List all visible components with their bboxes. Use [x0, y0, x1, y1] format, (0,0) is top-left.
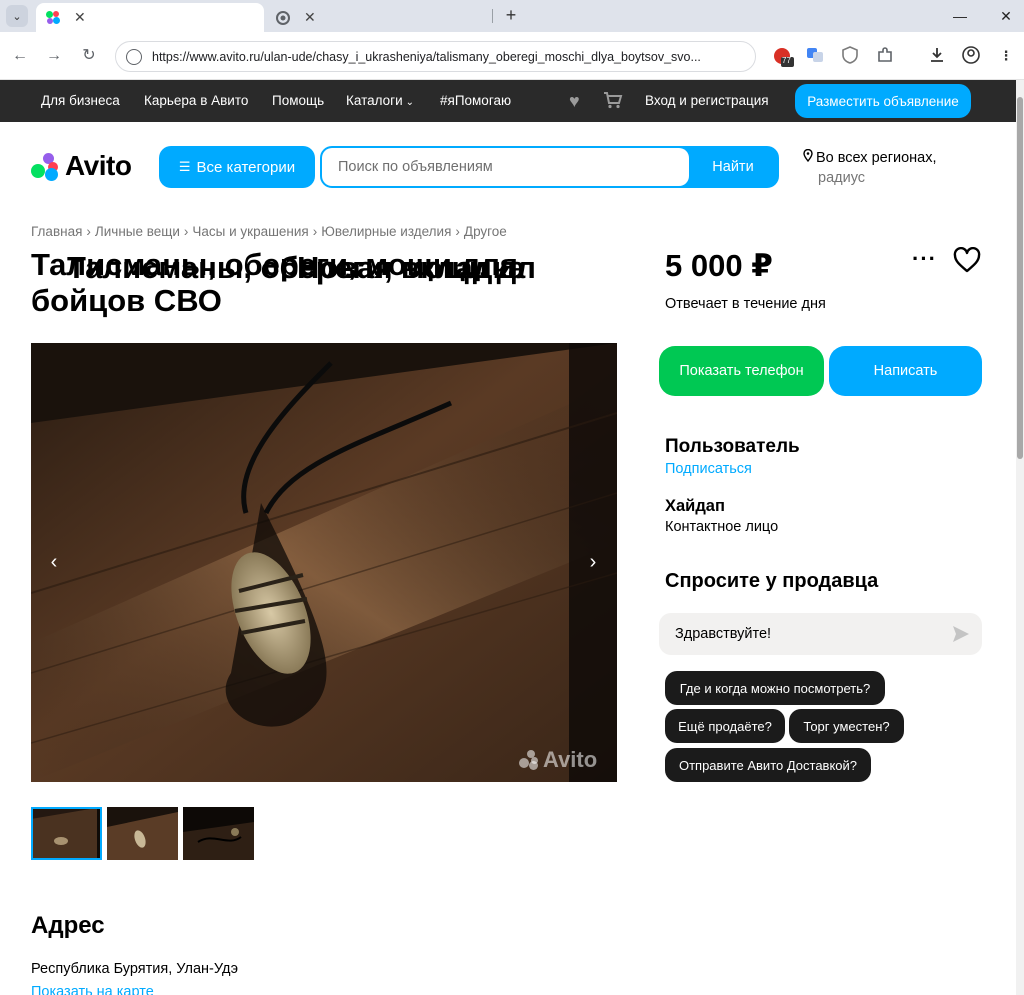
region-selector[interactable]: Во всех регионах, радиус	[803, 148, 937, 188]
breadcrumb-item[interactable]: Другое	[464, 224, 507, 239]
send-arrow-icon[interactable]	[951, 624, 971, 644]
search-bar: Найти	[320, 146, 779, 188]
avito-watermark: Avito	[519, 747, 597, 773]
extension-badge-icon[interactable]: 77	[772, 46, 794, 67]
show-on-map-link[interactable]: Показать на карте	[31, 984, 154, 995]
listing-photo	[31, 343, 617, 782]
contact-role: Контактное лицо	[665, 519, 779, 535]
gallery-thumbnail[interactable]	[107, 807, 178, 860]
breadcrumb-item[interactable]: Личные вещи	[95, 224, 180, 239]
all-categories-button[interactable]: ☰ Все категории	[159, 146, 315, 188]
address-bar[interactable]: https://www.avito.ru/ulan-ude/chasy_i_uk…	[115, 41, 756, 72]
extensions-puzzle-icon[interactable]	[875, 46, 895, 66]
avito-favicon-icon	[46, 10, 60, 25]
tab-close-icon[interactable]: ✕	[304, 9, 316, 26]
back-arrow-icon[interactable]: ←	[8, 44, 32, 68]
quick-message-input[interactable]	[659, 613, 939, 655]
breadcrumb-item[interactable]: Ювелирные изделия	[321, 224, 451, 239]
browser-menu-kebab-icon[interactable]: ⋮	[996, 46, 1016, 66]
more-options-icon[interactable]: ···	[912, 246, 937, 272]
breadcrumb-separator-icon: ›	[312, 224, 318, 239]
photo-gallery[interactable]: ‹ › Avito	[31, 343, 617, 782]
scrollbar-thumb[interactable]	[1017, 97, 1023, 459]
region-radius: радиус	[818, 170, 866, 186]
page-title: Талисманы, обереги, мощи для бойцов СВО	[31, 247, 519, 318]
tab-avito-listing[interactable]: Талисманы, обереги, мощи дл ✕	[36, 3, 536, 285]
new-tab-plus-icon[interactable]: +	[500, 5, 522, 27]
search-button[interactable]: Найти	[689, 148, 777, 186]
cart-icon[interactable]	[603, 91, 623, 114]
show-phone-button[interactable]: Показать телефон	[659, 346, 824, 396]
topbar-link-ya-pomogayu[interactable]: #яПомогаю	[440, 93, 511, 108]
region-line1: Во всех регионах,	[816, 150, 937, 166]
contact-name: Хайдап	[665, 497, 725, 515]
categories-search-icon: ☰	[178, 159, 191, 174]
tab-close-icon[interactable]: ✕	[74, 9, 86, 26]
avito-top-bar: Для бизнеса Карьера в Авито Помощь Катал…	[0, 80, 1016, 122]
breadcrumb-item[interactable]: Главная	[31, 224, 82, 239]
quick-question-chip[interactable]: Ещё продаёте?	[665, 709, 785, 743]
site-info-icon[interactable]	[126, 48, 142, 65]
add-to-favorites-heart-icon[interactable]	[953, 246, 981, 275]
forward-arrow-icon[interactable]: →	[42, 44, 66, 68]
gallery-thumbnail[interactable]	[183, 807, 254, 860]
post-ad-button[interactable]: Разместить объявление	[795, 84, 971, 118]
gallery-thumbnail[interactable]	[31, 807, 102, 860]
write-message-button[interactable]: Написать	[829, 346, 982, 396]
chevron-down-icon: ⌄	[405, 97, 415, 108]
quick-question-chip[interactable]: Торг уместен?	[789, 709, 904, 743]
breadcrumb-separator-icon: ›	[455, 224, 460, 239]
browser-toolbar: ← → ↻ https://www.avito.ru/ulan-ude/chas…	[0, 32, 1024, 80]
breadcrumb-separator-icon: ›	[86, 224, 91, 239]
maximize-icon[interactable]	[940, 4, 984, 28]
reload-icon[interactable]: ↻	[77, 44, 101, 68]
extension-badge-count: 77	[782, 56, 791, 65]
tab-divider	[492, 9, 493, 23]
location-pin-icon	[803, 148, 813, 168]
gallery-next-arrow-icon[interactable]: ›	[578, 547, 608, 577]
browser-tab-strip: ⌄ Талисманы, обереги, мощи дл ✕ Новая вк…	[0, 0, 1024, 285]
topbar-link-business[interactable]: Для бизнеса	[41, 93, 120, 108]
shield-extension-icon[interactable]	[840, 46, 860, 66]
avito-logo-dots-icon	[31, 152, 61, 181]
topbar-link-career[interactable]: Карьера в Авито	[144, 93, 248, 108]
avito-logo[interactable]: Avito	[31, 150, 132, 182]
watermark-dots-icon	[519, 750, 541, 770]
all-categories-label: Все категории	[196, 158, 296, 176]
translate-icon[interactable]	[805, 46, 825, 66]
avito-logo-text: Avito	[65, 150, 132, 181]
address-text: Республика Бурятия, Улан-Удэ	[31, 961, 238, 977]
reply-time: Отвечает в течение дня	[665, 296, 826, 312]
login-link[interactable]: Вход и регистрация	[645, 93, 769, 108]
profile-avatar-icon[interactable]	[961, 46, 981, 66]
watermark-text: Avito	[543, 747, 598, 772]
seller-name[interactable]: Пользователь	[665, 436, 800, 458]
url-text: https://www.avito.ru/ulan-ude/chasy_i_uk…	[152, 49, 701, 64]
gallery-prev-arrow-icon[interactable]: ‹	[39, 547, 69, 577]
tab-new-tab[interactable]: Новая вкладка ✕	[266, 3, 525, 285]
quick-message-box	[659, 613, 982, 655]
download-icon[interactable]	[927, 46, 947, 66]
price: 5 000 ₽	[665, 248, 773, 283]
topbar-link-catalogs[interactable]: Каталоги ⌄	[346, 93, 414, 108]
close-window-icon[interactable]: ✕	[984, 4, 1024, 28]
address-heading: Адрес	[31, 912, 105, 939]
catalogs-label: Каталоги	[346, 93, 403, 108]
subscribe-link[interactable]: Подписаться	[665, 461, 752, 477]
search-input[interactable]	[322, 148, 689, 186]
favorites-heart-icon[interactable]: ♥	[569, 91, 580, 112]
quick-question-chip[interactable]: Отправите Авито Доставкой?	[665, 748, 871, 782]
breadcrumb-item[interactable]: Часы и украшения	[192, 224, 308, 239]
ask-seller-heading: Спросите у продавца	[665, 570, 879, 592]
breadcrumb: Главная › Личные вещи › Часы и украшения › Юве…	[31, 224, 507, 239]
quick-question-chip[interactable]: Где и когда можно посмотреть?	[665, 671, 885, 705]
topbar-link-help[interactable]: Помощь	[272, 93, 324, 108]
tab-search-chevron-icon[interactable]: ⌄	[6, 5, 28, 27]
breadcrumb-separator-icon: ›	[183, 224, 189, 239]
chrome-favicon-icon	[276, 10, 290, 25]
